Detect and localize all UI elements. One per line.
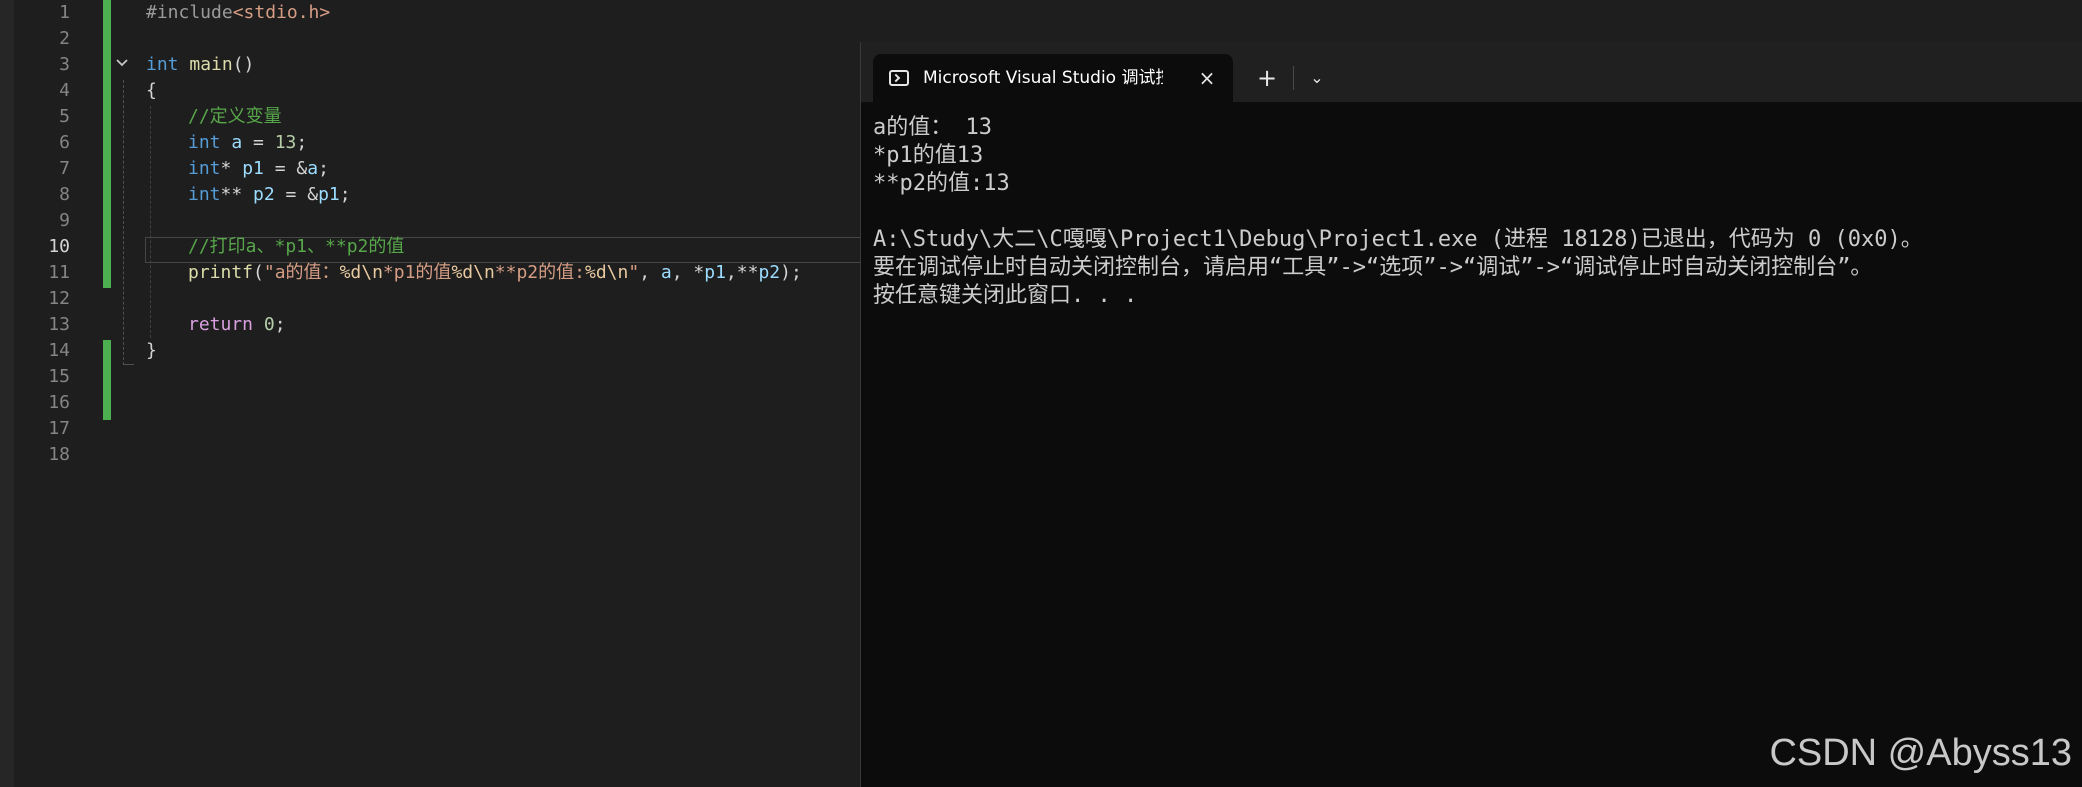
chevron-down-icon[interactable] (115, 56, 133, 74)
chevron-down-icon[interactable]: ⌄ (1299, 60, 1335, 96)
csdn-watermark: CSDN @Abyss13 (1769, 732, 2072, 774)
indent-guide (150, 106, 151, 338)
line-number-gutter[interactable]: 1 2 3 4 5 6 7 8 9 10 11 12 13 14 15 16 1… (14, 0, 70, 787)
selection-margin[interactable] (0, 0, 14, 787)
line-number: 15 (48, 366, 70, 387)
code-line-5: //定义变量 (188, 106, 282, 127)
code-line-3: int main() (146, 54, 255, 75)
line-number: 1 (59, 2, 70, 23)
line-number: 12 (48, 288, 70, 309)
current-line-number: 10 (48, 236, 70, 257)
change-indicator-bar (103, 0, 111, 288)
close-icon[interactable]: × (1193, 64, 1221, 92)
output-line: *p1的值13 (873, 143, 984, 168)
code-line-10: //打印a、*p1、**p2的值 (188, 236, 405, 257)
debug-console-window[interactable]: Microsoft Visual Studio 调试控制台 × + ⌄ a的值：… (860, 42, 2082, 787)
line-number: 7 (59, 158, 70, 179)
line-number: 18 (48, 444, 70, 465)
line-number: 6 (59, 132, 70, 153)
line-number: 16 (48, 392, 70, 413)
code-line-14: } (146, 340, 157, 361)
change-indicator-bar (103, 340, 111, 420)
line-number: 4 (59, 80, 70, 101)
line-number: 13 (48, 314, 70, 335)
line-number: 8 (59, 184, 70, 205)
new-tab-button[interactable]: + (1249, 60, 1285, 96)
line-number: 17 (48, 418, 70, 439)
line-number: 9 (59, 210, 70, 231)
output-line: A:\Study\大二\C嘎嘎\Project1\Debug\Project1.… (873, 227, 1923, 252)
console-output[interactable]: a的值： 13 *p1的值13 **p2的值:13 A:\Study\大二\C嘎… (873, 114, 2073, 310)
code-line-1: #include<stdio.h> (146, 2, 331, 23)
code-line-13: return 0; (188, 314, 286, 335)
line-number: 14 (48, 340, 70, 361)
line-number: 5 (59, 106, 70, 127)
output-line: 按任意键关闭此窗口. . . (873, 283, 1138, 308)
line-number: 2 (59, 28, 70, 49)
output-line: a的值： 13 (873, 115, 992, 140)
console-tab[interactable]: Microsoft Visual Studio 调试控制台 × (873, 54, 1233, 102)
console-title-bar[interactable]: Microsoft Visual Studio 调试控制台 × + ⌄ (861, 42, 2082, 102)
tab-title: Microsoft Visual Studio 调试控制台 (923, 68, 1163, 88)
code-line-11: printf("a的值：%d\n*p1的值%d\n**p2的值:%d\n", a… (188, 262, 802, 283)
output-line: 要在调试停止时自动关闭控制台，请启用“工具”->“选项”->“调试”->“调试停… (873, 255, 1873, 280)
output-line: **p2的值:13 (873, 171, 1010, 196)
titlebar-divider (1293, 66, 1294, 90)
code-line-7: int* p1 = &a; (188, 158, 329, 179)
code-line-6: int a = 13; (188, 132, 308, 153)
code-line-4: { (146, 80, 157, 101)
code-line-8: int** p2 = &p1; (188, 184, 351, 205)
line-number: 3 (59, 54, 70, 75)
line-number: 11 (48, 262, 70, 283)
fold-scope-guide (123, 80, 134, 365)
terminal-icon (889, 70, 909, 86)
